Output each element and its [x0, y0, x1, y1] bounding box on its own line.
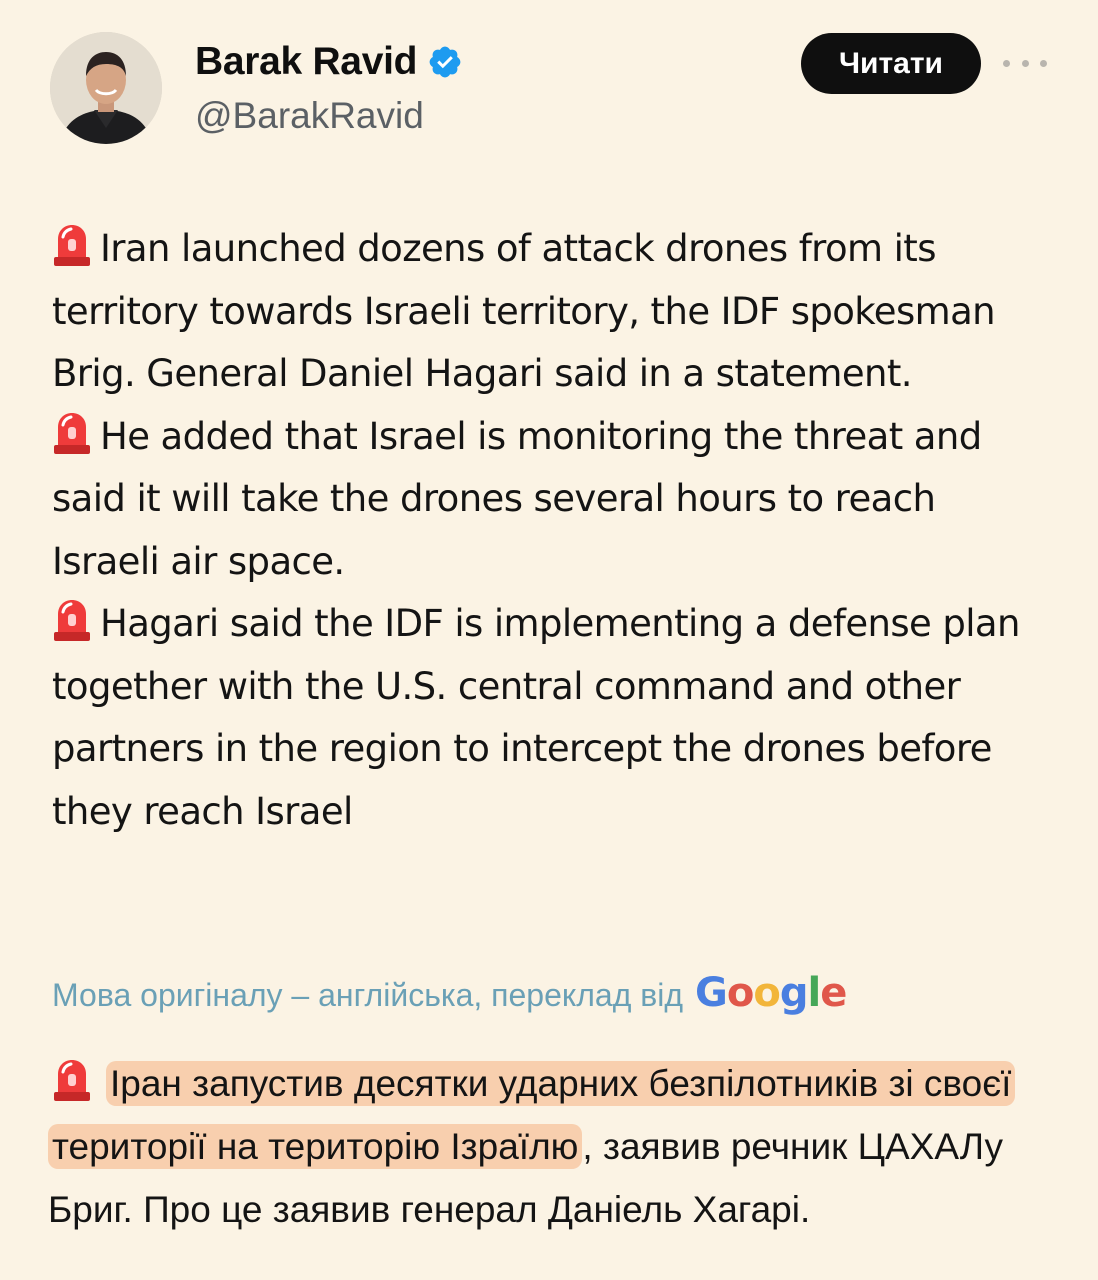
more-options-icon[interactable]: [1003, 48, 1047, 78]
follow-button[interactable]: Читати: [801, 33, 981, 94]
tweet-paragraph: He added that Israel is monitoring the t…: [52, 406, 1052, 594]
avatar-image: [50, 32, 162, 144]
tweet-header: Barak Ravid @BarakRavid Читати: [0, 0, 1098, 180]
rotating-light-siren-icon: [54, 412, 90, 454]
tweet-paragraph-text: He added that Israel is monitoring the t…: [52, 414, 982, 583]
translation-note-text: Мова оригіналу – англійська, переклад ві…: [52, 977, 684, 1013]
rotating-light-siren-icon: [54, 225, 90, 266]
avatar[interactable]: [50, 32, 162, 144]
translated-text: Іран запустив десятки ударних безпілотни…: [48, 1052, 1058, 1241]
tweet-paragraph-text: Iran launched dozens of attack drones fr…: [52, 227, 996, 395]
rotating-light-siren-icon: [54, 1060, 90, 1101]
google-logo: Google: [695, 970, 847, 1016]
author-name-row: Barak Ravid: [195, 40, 463, 84]
tweet-body: Iran launched dozens of attack drones fr…: [52, 218, 1052, 843]
tweet-paragraph: Hagari said the IDF is implementing a de…: [52, 593, 1052, 843]
verified-badge-icon: [427, 44, 463, 80]
translation-note[interactable]: Мова оригіналу – англійська, переклад ві…: [52, 970, 847, 1016]
author-handle[interactable]: @BarakRavid: [195, 95, 424, 137]
tweet-paragraph: Iran launched dozens of attack drones fr…: [52, 218, 1052, 406]
rotating-light-siren-icon: [54, 600, 90, 641]
tweet-paragraph-text: Hagari said the IDF is implementing a de…: [52, 602, 1020, 833]
author-name[interactable]: Barak Ravid: [195, 40, 417, 84]
